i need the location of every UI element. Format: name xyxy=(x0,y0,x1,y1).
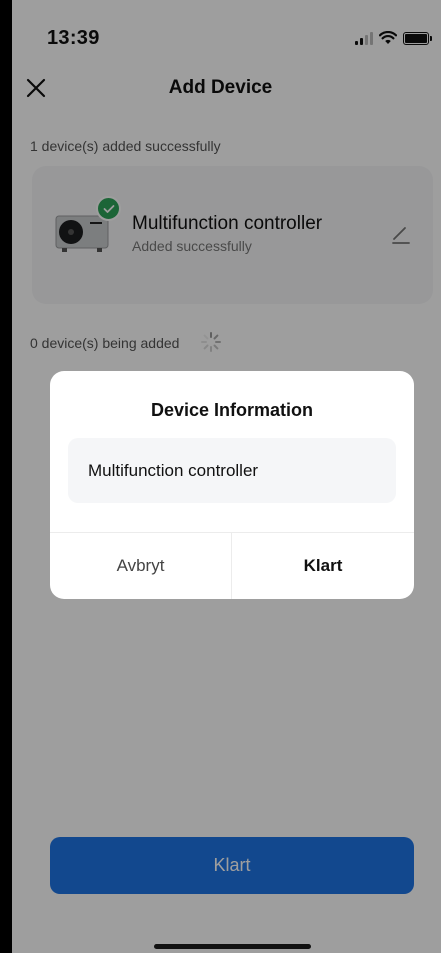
screen-bezel xyxy=(0,0,12,953)
device-name-input[interactable]: Multifunction controller xyxy=(68,438,396,503)
confirm-button[interactable]: Klart xyxy=(232,533,414,599)
device-info-dialog: Device Information Multifunction control… xyxy=(50,371,414,599)
app-screen: 13:39 Add Device 1 device(s) added succe… xyxy=(0,0,441,953)
dialog-title: Device Information xyxy=(150,400,314,420)
cancel-button[interactable]: Avbryt xyxy=(50,533,231,599)
home-indicator[interactable] xyxy=(154,944,311,949)
